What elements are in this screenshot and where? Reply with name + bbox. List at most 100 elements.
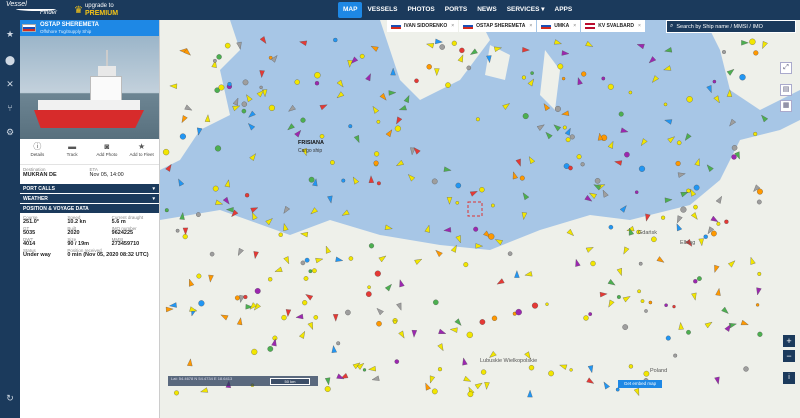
vessel-marker[interactable] xyxy=(680,206,687,213)
vessel-marker[interactable] xyxy=(469,189,478,197)
get-embed-map-button[interactable]: Get embed map xyxy=(618,380,662,388)
vessel-marker[interactable] xyxy=(584,194,594,203)
vessel-marker[interactable] xyxy=(756,188,763,195)
vessel-marker[interactable] xyxy=(749,38,756,45)
vessel-marker[interactable] xyxy=(663,102,668,107)
close-icon[interactable]: × xyxy=(573,23,576,29)
vessel-marker[interactable] xyxy=(544,130,553,140)
vessel-marker[interactable] xyxy=(384,224,393,231)
vessel-marker[interactable] xyxy=(374,270,381,277)
vessel-marker[interactable] xyxy=(368,175,375,183)
vessel-marker[interactable] xyxy=(308,269,313,274)
vessel-marker[interactable] xyxy=(628,90,633,95)
vessel-marker[interactable] xyxy=(224,179,231,188)
vessel-marker[interactable] xyxy=(494,237,503,246)
vessel-marker[interactable] xyxy=(176,178,185,187)
vessel-marker[interactable] xyxy=(336,79,345,89)
vessel-marker[interactable] xyxy=(583,315,589,321)
vessel-marker[interactable] xyxy=(581,71,587,77)
vessel-marker[interactable] xyxy=(588,312,593,316)
vessel-marker[interactable] xyxy=(716,221,721,226)
zoom-in-button[interactable]: + xyxy=(783,335,795,347)
vessel-marker[interactable] xyxy=(379,93,388,102)
vessel-marker[interactable] xyxy=(294,79,300,85)
star-icon[interactable]: ★ xyxy=(4,28,16,40)
details-button[interactable]: ⓘ Details xyxy=(20,139,55,164)
vessel-marker[interactable] xyxy=(265,217,275,226)
vessel-marker[interactable] xyxy=(249,152,257,161)
vessel-marker[interactable] xyxy=(634,190,639,194)
vessel-marker[interactable] xyxy=(403,94,411,103)
vessel-marker[interactable] xyxy=(330,160,335,165)
route-icon[interactable]: ⑂ xyxy=(4,102,16,114)
vessel-marker[interactable] xyxy=(175,228,180,233)
nav-news[interactable]: NEWS xyxy=(472,0,502,20)
vessel-marker[interactable] xyxy=(359,53,365,59)
vessel-marker[interactable] xyxy=(502,101,512,110)
vessel-marker[interactable] xyxy=(620,127,629,135)
vessel-marker[interactable] xyxy=(661,215,666,220)
vessel-marker[interactable] xyxy=(676,140,682,146)
vessel-marker[interactable] xyxy=(446,197,453,205)
vessel-marker[interactable] xyxy=(614,159,623,166)
vessel-marker[interactable] xyxy=(259,36,268,45)
vessel-marker[interactable] xyxy=(215,199,224,207)
vessel-marker[interactable] xyxy=(552,123,562,132)
add-to-fleet-button[interactable]: ★ Add to Fleet xyxy=(124,139,159,164)
add-photo-button[interactable]: ◙ Add Photo xyxy=(90,139,125,164)
vessel-marker[interactable] xyxy=(608,224,614,230)
vessel-marker[interactable] xyxy=(244,93,253,103)
vessel-marker[interactable] xyxy=(241,101,247,107)
nav-map[interactable]: MAP xyxy=(338,2,363,18)
vessel-marker[interactable] xyxy=(651,236,657,243)
vessel-marker[interactable] xyxy=(365,291,372,297)
vessel-marker[interactable] xyxy=(216,54,222,60)
vessel-marker[interactable] xyxy=(576,154,582,160)
vessel-marker[interactable] xyxy=(376,320,382,327)
ship-photo[interactable] xyxy=(20,36,159,139)
vessel-marker[interactable] xyxy=(616,295,621,299)
vessel-marker[interactable] xyxy=(347,60,353,68)
vessel-marker[interactable] xyxy=(259,85,263,90)
vessel-marker[interactable] xyxy=(218,84,225,91)
vessel-marker[interactable] xyxy=(521,75,526,80)
vessel-marker[interactable] xyxy=(686,329,691,335)
vessel-marker[interactable] xyxy=(327,195,333,204)
vessel-marker[interactable] xyxy=(299,39,308,46)
vessel-marker[interactable] xyxy=(196,273,202,279)
vessel-marker[interactable] xyxy=(390,67,396,76)
vessel-marker[interactable] xyxy=(455,182,462,189)
vessel-marker[interactable] xyxy=(250,205,259,213)
vessel-marker[interactable] xyxy=(519,175,525,181)
vessel-marker[interactable] xyxy=(198,300,205,307)
vessel-marker[interactable] xyxy=(757,271,762,276)
vessel-marker[interactable] xyxy=(473,226,479,232)
vessel-marker[interactable] xyxy=(475,243,484,249)
vessel-marker[interactable] xyxy=(234,295,240,301)
vessel-marker[interactable] xyxy=(259,70,265,79)
vessel-marker[interactable] xyxy=(282,223,289,232)
vessel-marker[interactable] xyxy=(406,173,416,182)
vessel-marker[interactable] xyxy=(521,212,528,221)
vessel-marker[interactable] xyxy=(639,138,648,148)
vessel-marker[interactable] xyxy=(394,359,400,364)
section-position-voyage[interactable]: POSITION & VOYAGE DATA xyxy=(20,204,159,214)
vessel-marker[interactable] xyxy=(664,47,673,53)
vessel-marker[interactable] xyxy=(445,82,451,88)
vessel-marker[interactable] xyxy=(515,158,523,167)
tab-ostap-sheremeta[interactable]: OSTAP SHEREMETA × xyxy=(459,20,537,32)
vessel-marker[interactable] xyxy=(179,133,186,140)
vessel-marker[interactable] xyxy=(705,163,714,172)
vessel-marker[interactable] xyxy=(376,181,381,186)
vessel-marker[interactable] xyxy=(686,96,693,103)
vessel-marker[interactable] xyxy=(268,104,275,111)
nav-ports[interactable]: PORTS xyxy=(440,0,472,20)
vessel-marker[interactable] xyxy=(437,367,443,372)
vessel-marker[interactable] xyxy=(162,148,170,156)
vessel-marker[interactable] xyxy=(348,124,353,129)
vessel-marker[interactable] xyxy=(371,105,380,114)
vessel-marker[interactable] xyxy=(287,104,296,113)
map-info-button[interactable]: i xyxy=(783,372,795,384)
vessel-marker[interactable] xyxy=(724,219,729,224)
gear-icon[interactable]: ⚙ xyxy=(4,126,16,138)
